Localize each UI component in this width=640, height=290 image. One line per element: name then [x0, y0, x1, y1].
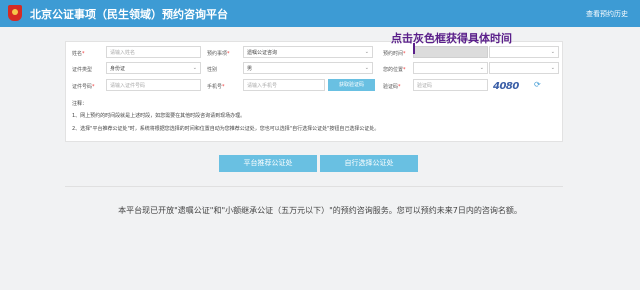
phone-label: 手机号* [207, 84, 225, 90]
chevron-down-icon: ⌄ [479, 65, 484, 71]
divider [65, 186, 563, 187]
phone-input[interactable]: 请输入手机号 [243, 79, 325, 91]
matter-label: 预约事项* [207, 51, 230, 57]
id-type-label: 证件类型 [72, 67, 93, 73]
service-info-text: 本平台现已开放"遗嘱公证"和"小额继承公证（五万元以下）"的预约咨询服务。您可以… [118, 206, 522, 215]
location-label: 您的位置* [383, 67, 406, 73]
notes-title: 注释： [72, 101, 88, 107]
note-item: 1、网上预约的时间段就是上述时段，如您需要在其他时段咨询请到现场办理。 [72, 113, 246, 119]
annotation-pointer [413, 43, 415, 54]
chevron-down-icon: ⌄ [364, 49, 369, 55]
verify-label: 验证码* [383, 84, 401, 90]
id-number-input[interactable]: 请输入证件号码 [106, 79, 201, 91]
gender-select[interactable]: 男 ⌄ [243, 62, 373, 74]
id-type-select[interactable]: 身份证 ⌄ [106, 62, 201, 74]
national-emblem-icon [8, 5, 22, 21]
time-slot-grey-box[interactable] [413, 46, 488, 58]
location-select-district[interactable]: ⌄ [413, 62, 488, 74]
app-title: 北京公证事项（民生领域）预约咨询平台 [30, 8, 228, 21]
chevron-down-icon: ⌄ [550, 65, 555, 71]
refresh-icon[interactable]: ⟳ [534, 80, 541, 89]
location-select-area[interactable]: ⌄ [489, 62, 559, 74]
name-label: 姓名* [72, 51, 85, 57]
chevron-down-icon: ⌄ [550, 49, 555, 55]
self-select-button[interactable]: 自行选择公证处 [320, 155, 418, 172]
note-item: 2、选择"平台推荐公证处"时，系统将根据您选择的时间和位置自动为您推荐公证处，您… [72, 126, 380, 132]
id-number-label: 证件号码* [72, 84, 95, 90]
verify-input[interactable]: 验证码 [413, 79, 488, 91]
chevron-down-icon: ⌄ [192, 65, 197, 71]
name-input[interactable]: 请输入姓名 [106, 46, 201, 58]
time-label: 预约时间* [383, 51, 406, 57]
annotation-text: 点击灰色框获得具体时间 [391, 32, 512, 45]
history-link[interactable]: 查看预约历史 [586, 9, 628, 19]
chevron-down-icon: ⌄ [364, 65, 369, 71]
gender-label: 性别 [207, 67, 218, 73]
captcha-image[interactable]: 4080 [493, 80, 525, 94]
platform-recommend-button[interactable]: 平台推荐公证处 [219, 155, 317, 172]
top-bar: 北京公证事项（民生领域）预约咨询平台 查看预约历史 [0, 0, 640, 27]
get-code-button[interactable]: 获取验证码 [328, 79, 375, 91]
time-select[interactable]: ⌄ [489, 46, 559, 58]
matter-select[interactable]: 遗嘱公证咨询 ⌄ [243, 46, 373, 58]
